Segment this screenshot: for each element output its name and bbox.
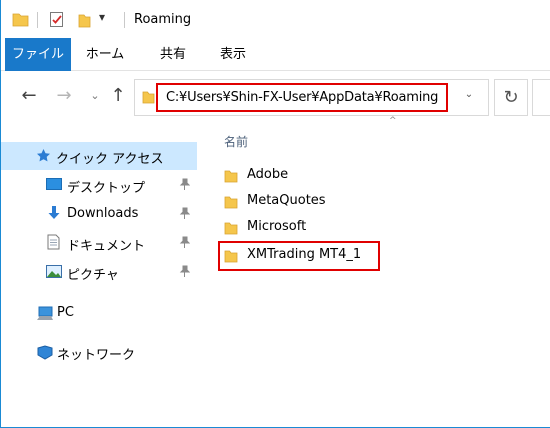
tab-home[interactable]: ホーム xyxy=(81,38,129,71)
file-name: MetaQuotes xyxy=(247,193,326,208)
folder-icon xyxy=(224,221,238,238)
column-header-name[interactable]: 名前 xyxy=(224,133,248,150)
nav-item-pictures[interactable]: ピクチャ xyxy=(1,258,197,286)
pin-icon[interactable] xyxy=(179,207,191,222)
file-list: ^ 名前 Adobe MetaQuotes Microsoft XMTradin… xyxy=(200,116,550,427)
address-highlight-box: C:¥Users¥Shin-FX-User¥AppData¥Roaming xyxy=(156,83,448,112)
folder-icon xyxy=(224,169,238,186)
navigation-pane: クイック アクセス デスクトップ Downloads ドキュメント ピクチャ P… xyxy=(1,122,200,427)
file-name: Adobe xyxy=(247,167,289,182)
search-input[interactable] xyxy=(532,79,550,116)
pin-icon[interactable] xyxy=(179,178,191,193)
up-button[interactable]: ↑ xyxy=(107,85,129,107)
recent-locations-button[interactable]: ⌄ xyxy=(84,85,106,107)
network-icon xyxy=(36,345,54,363)
nav-label: ドキュメント xyxy=(67,239,146,254)
customize-qat-icon[interactable]: ▾ xyxy=(99,10,105,24)
address-path[interactable]: C:¥Users¥Shin-FX-User¥AppData¥Roaming xyxy=(166,90,438,105)
pictures-icon xyxy=(46,265,62,281)
documents-icon xyxy=(47,234,60,253)
nav-label: デスクトップ xyxy=(67,181,146,196)
nav-label: PC xyxy=(57,305,74,320)
refresh-button[interactable]: ↻ xyxy=(494,79,528,116)
download-icon xyxy=(47,205,61,224)
nav-item-desktop[interactable]: デスクトップ xyxy=(1,171,197,199)
new-folder-icon[interactable] xyxy=(77,11,91,31)
star-icon xyxy=(36,148,51,166)
nav-label: ピクチャ xyxy=(67,268,119,283)
nav-item-documents[interactable]: ドキュメント xyxy=(1,229,197,257)
tab-view[interactable]: 表示 xyxy=(211,38,255,71)
tab-share[interactable]: 共有 xyxy=(153,38,193,71)
window-title: Roaming xyxy=(134,12,192,27)
pc-icon xyxy=(36,306,54,324)
nav-label: ネットワーク xyxy=(57,348,136,363)
nav-item-downloads[interactable]: Downloads xyxy=(1,200,197,228)
tab-file[interactable]: ファイル xyxy=(5,38,71,71)
ribbon-tabs: ファイル ホーム 共有 表示 xyxy=(1,38,550,71)
sort-indicator: ^ xyxy=(389,116,397,126)
back-button[interactable]: ← xyxy=(18,85,40,107)
folder-icon xyxy=(142,90,155,107)
title-bar: ▾ Roaming xyxy=(1,0,550,38)
file-name: XMTrading MT4_1 xyxy=(247,247,362,262)
pin-icon[interactable] xyxy=(179,265,191,280)
nav-item-network[interactable]: ネットワーク xyxy=(1,338,197,366)
pin-icon[interactable] xyxy=(179,236,191,251)
file-name: Microsoft xyxy=(247,219,307,234)
folder-icon xyxy=(224,195,238,212)
nav-label: クイック アクセス xyxy=(56,152,164,167)
nav-quick-access[interactable]: クイック アクセス xyxy=(1,142,197,170)
nav-label: Downloads xyxy=(67,206,139,221)
nav-item-pc[interactable]: PC xyxy=(1,299,197,327)
address-bar[interactable]: C:¥Users¥Shin-FX-User¥AppData¥Roaming ⌄ xyxy=(134,79,489,116)
address-dropdown-button[interactable]: ⌄ xyxy=(462,89,476,105)
title-separator xyxy=(124,12,125,28)
title-separator xyxy=(37,12,38,28)
folder-icon xyxy=(224,249,238,266)
desktop-icon xyxy=(46,178,62,194)
address-row: ← → ⌄ ↑ C:¥Users¥Shin-FX-User¥AppData¥Ro… xyxy=(1,71,550,122)
forward-button[interactable]: → xyxy=(53,85,75,107)
properties-icon[interactable] xyxy=(49,11,65,31)
folder-icon xyxy=(12,11,29,31)
